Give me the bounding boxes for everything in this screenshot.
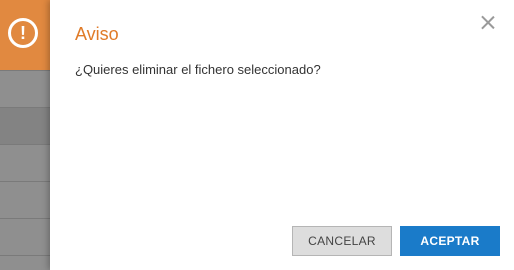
background-row-divider xyxy=(0,255,50,256)
exclamation-circle-icon: ! xyxy=(8,18,38,48)
background-row-divider xyxy=(0,144,50,145)
accept-button[interactable]: ACEPTAR xyxy=(400,226,500,256)
cancel-button[interactable]: CANCELAR xyxy=(292,226,392,256)
background-row-divider xyxy=(0,70,50,71)
warning-symbol: ! xyxy=(20,23,26,43)
background-row-divider xyxy=(0,107,50,108)
background-row-highlight xyxy=(0,107,50,144)
confirm-dialog: Aviso ¿Quieres eliminar el fichero selec… xyxy=(50,0,514,270)
dialog-message: ¿Quieres eliminar el fichero seleccionad… xyxy=(75,62,321,77)
background-row-divider xyxy=(0,218,50,219)
dialog-title: Aviso xyxy=(75,24,119,44)
close-icon[interactable] xyxy=(478,12,498,32)
background-row-divider xyxy=(0,181,50,182)
